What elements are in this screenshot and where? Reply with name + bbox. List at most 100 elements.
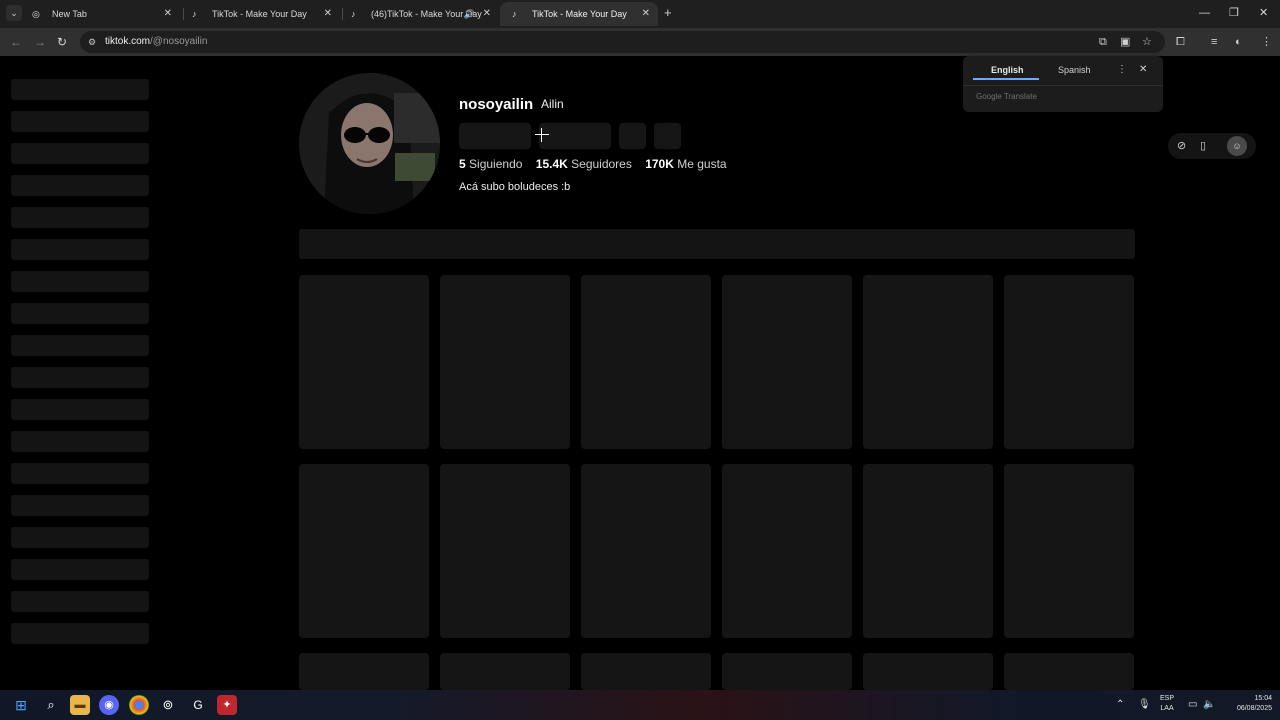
discord-icon[interactable]: ◉ [99,695,119,715]
sidebar-skeleton [11,527,149,548]
video-card-skeleton[interactable] [863,275,993,449]
new-tab-plus-icon[interactable]: + [664,5,672,21]
sidebar-skeleton [11,367,149,388]
system-clock[interactable]: 15:04 06/08/2025 [1222,694,1272,714]
sidebar-skeleton [11,495,149,516]
opera-gx-icon[interactable]: ⊚ [158,695,178,715]
video-card-skeleton[interactable] [581,653,711,690]
profile-avatar[interactable] [299,73,440,214]
video-tabs-skeleton [299,229,1135,259]
more-button-skeleton[interactable] [654,123,681,149]
microphone-icon[interactable]: 🎙 [1138,698,1151,712]
translate-powered-by: Google Translate [976,92,1037,101]
floating-actions: ⊘ ▯ ☺ [1168,133,1256,159]
translate-tab-source[interactable]: English [991,64,1024,76]
tab-new-tab[interactable]: ◎ New Tab ✕ [20,2,180,26]
minimize-icon[interactable]: — [1199,5,1210,21]
tab-strip: ⌄ ◎ New Tab ✕ ♪ TikTok - Make Your Day ✕… [0,0,1280,28]
video-card-skeleton[interactable] [1004,464,1134,638]
sidebar-skeleton [11,111,149,132]
video-card-skeleton[interactable] [863,464,993,638]
tab-close-icon[interactable]: ✕ [324,2,332,26]
tiktok-profile-page: nosoyailin Ailin 5 Siguiendo 15.4K Segui… [0,56,1280,690]
phone-icon[interactable]: ▯ [1200,139,1206,153]
profile-sync-icon[interactable]: ◐ [1235,34,1242,50]
video-card-skeleton[interactable] [299,464,429,638]
tab-tiktok-active[interactable]: ♪ TikTok - Make Your Day ✕ [500,2,658,26]
profile-nickname: Ailin [541,97,564,111]
tab-close-icon[interactable]: ✕ [642,2,650,26]
sidebar-skeleton [11,623,149,644]
translate-tab-indicator [973,78,1039,80]
file-explorer-icon[interactable]: ▬ [70,695,90,715]
compass-icon[interactable]: ⊘ [1177,139,1186,153]
video-card-skeleton[interactable] [581,464,711,638]
sidebar-skeleton [11,143,149,164]
tiktok-icon: ♪ [192,9,197,19]
video-card-skeleton[interactable] [722,464,852,638]
volume-icon[interactable]: 🔈 [1203,698,1215,712]
tab-tiktok-1[interactable]: ♪ TikTok - Make Your Day ✕ [180,2,340,26]
video-card-skeleton[interactable] [581,275,711,449]
network-icon[interactable]: ▭ [1188,698,1197,712]
share-button-skeleton[interactable] [619,123,646,149]
translate-icon[interactable]: ▣ [1120,35,1130,49]
app-g-icon[interactable]: G [188,695,208,715]
url-text[interactable]: tiktok.com/@nosoyailin [105,31,207,53]
site-info-icon[interactable]: ⚙ [88,36,100,48]
install-app-icon[interactable]: ⧉ [1099,35,1107,49]
restore-icon[interactable]: ❐ [1229,5,1239,21]
tab-close-icon[interactable]: ✕ [164,2,172,26]
translate-tab-target[interactable]: Spanish [1058,64,1091,76]
tiktok-icon: ♪ [512,9,517,19]
video-card-skeleton[interactable] [299,653,429,690]
chrome-icon[interactable] [129,695,149,715]
video-card-skeleton[interactable] [440,275,570,449]
reload-icon[interactable]: ↻ [57,34,67,50]
lang-line2: LAA [1160,705,1174,712]
speaker-icon[interactable]: 🔊 [464,2,475,26]
translate-options-icon[interactable]: ⋮ [1117,64,1127,76]
tab-title: TikTok - Make Your Day [532,9,627,19]
followers-stat[interactable]: 15.4K Seguidores [536,157,632,171]
sidebar-skeleton [11,303,149,324]
message-button-skeleton[interactable] [539,123,611,149]
translate-divider [963,85,1163,86]
media-control-icon[interactable]: ≡ [1211,34,1217,50]
tray-chevron-up-icon[interactable]: ⌃ [1116,698,1124,712]
follow-button-skeleton[interactable] [459,123,531,149]
video-card-skeleton[interactable] [299,275,429,449]
video-card-skeleton[interactable] [1004,275,1134,449]
sidebar-skeleton [11,175,149,196]
tab-tiktok-2[interactable]: ♪ (46)TikTok - Make Your Day 🔊 ✕ [339,2,499,26]
video-card-skeleton[interactable] [1004,653,1134,690]
following-label: Siguiendo [469,157,523,171]
input-language[interactable]: ESP LAA [1160,694,1174,714]
following-stat[interactable]: 5 Siguiendo [459,157,522,171]
browser-menu-icon[interactable]: ⋮ [1261,34,1272,50]
search-icon[interactable]: ⌕ [41,695,61,715]
address-bar[interactable]: ⚙ tiktok.com/@nosoyailin ⧉ ▣ ☆ [80,31,1165,53]
window-close-icon[interactable]: ✕ [1259,5,1268,21]
video-card-skeleton[interactable] [440,464,570,638]
back-arrow-icon[interactable]: ← [10,34,22,50]
tab-close-icon[interactable]: ✕ [483,2,491,26]
url-path: /@nosoyailin [150,36,208,47]
bookmark-star-icon[interactable]: ☆ [1142,35,1152,49]
app-red-icon[interactable]: ✦ [217,695,237,715]
translate-close-icon[interactable]: ✕ [1139,64,1147,76]
video-card-skeleton[interactable] [722,653,852,690]
sidebar-skeleton [11,239,149,260]
sidebar-skeleton [11,207,149,228]
forward-arrow-icon[interactable]: → [34,34,46,50]
chrome-icon: ◎ [32,9,40,19]
windows-start-icon[interactable]: ⊞ [11,695,31,715]
extensions-icon[interactable]: ⧠ [1176,34,1185,50]
tiktok-icon: ♪ [351,9,356,19]
windows-taskbar: ⊞ ⌕ ▬ ◉ ⊚ G ✦ ⌃ 🎙 ESP LAA ▭ 🔈 15:04 06/0… [0,690,1280,720]
video-card-skeleton[interactable] [863,653,993,690]
video-card-skeleton[interactable] [722,275,852,449]
video-card-skeleton[interactable] [440,653,570,690]
profile-bio: Acá subo boludeces :b [459,181,571,193]
user-avatar-icon[interactable]: ☺ [1227,136,1247,156]
